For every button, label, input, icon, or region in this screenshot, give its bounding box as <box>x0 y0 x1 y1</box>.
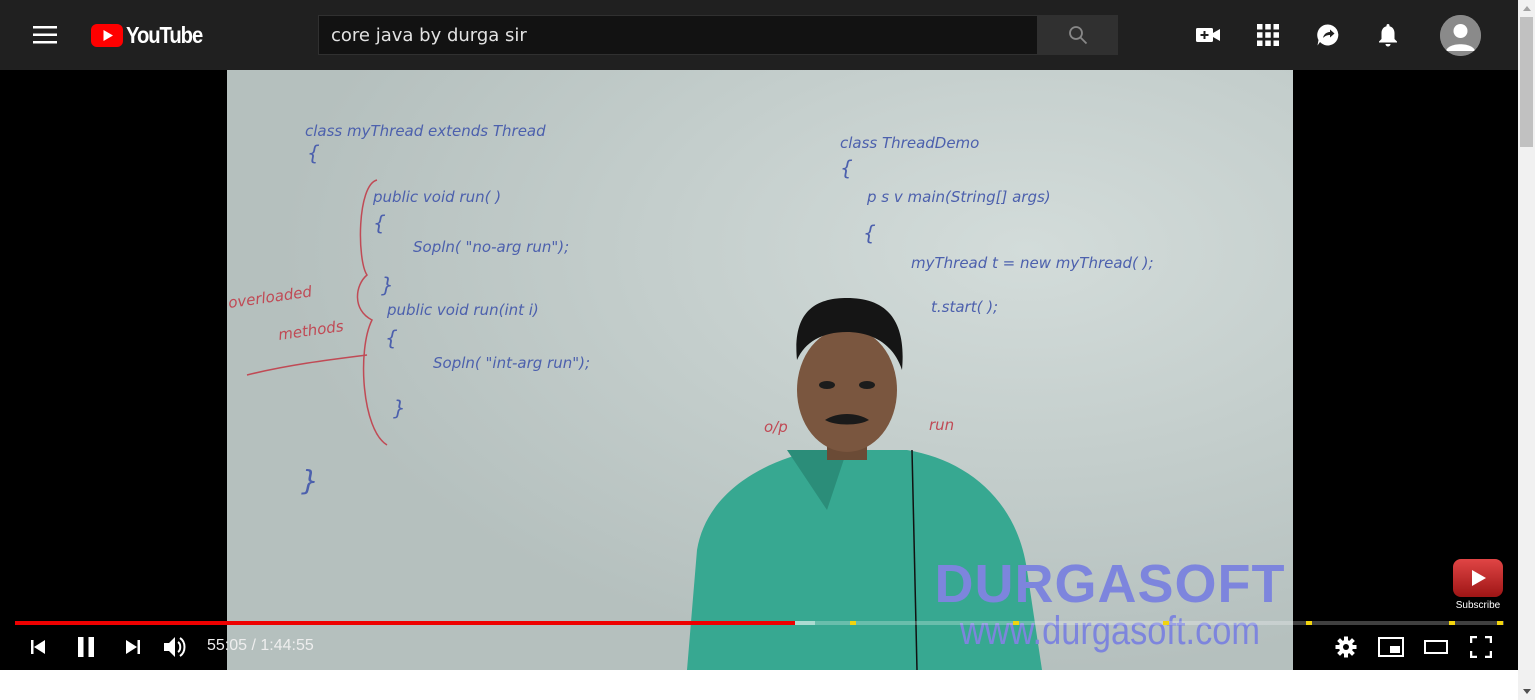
youtube-play-icon <box>91 23 123 47</box>
scrollbar-thumb[interactable] <box>1520 17 1533 147</box>
board-note: o/p <box>764 418 788 436</box>
progress-played <box>15 621 796 625</box>
board-line: { <box>840 156 853 180</box>
fullscreen-icon[interactable] <box>1461 627 1501 667</box>
subscribe-branding-button[interactable]: Subscribe <box>1452 559 1504 611</box>
board-line: Sopln( "no-arg run"); <box>413 238 569 256</box>
board-line: public void run( ) <box>372 188 501 206</box>
video-frame[interactable]: class myThread extends Thread { public v… <box>227 70 1293 670</box>
player-controls: 55:05 / 1:44:55 <box>0 627 1518 667</box>
page-scrollbar[interactable] <box>1518 0 1535 700</box>
logo-text: YouTube <box>126 21 203 48</box>
search-button[interactable] <box>1037 15 1118 55</box>
current-time: 55:05 <box>207 637 248 654</box>
masthead: YouTube <box>0 0 1518 70</box>
board-line: { <box>307 141 320 165</box>
board-line: } <box>381 273 394 297</box>
notifications-icon[interactable] <box>1368 15 1408 55</box>
subscribe-play-icon <box>1453 559 1503 597</box>
page-content-below <box>0 670 1518 700</box>
chapter-marker <box>1496 621 1503 625</box>
board-line: public void run(int i) <box>386 301 539 319</box>
messages-icon[interactable] <box>1308 15 1348 55</box>
watermark-brand: DURGASOFT <box>934 554 1286 614</box>
board-line: } <box>393 396 406 420</box>
chapter-marker <box>1162 621 1169 625</box>
chapter-marker <box>850 621 857 625</box>
volume-icon[interactable] <box>156 627 196 667</box>
board-line: t.start( ); <box>931 298 998 316</box>
subscribe-label: Subscribe <box>1455 600 1501 611</box>
board-line: { <box>373 211 386 235</box>
create-video-icon[interactable] <box>1188 15 1228 55</box>
duration: 1:44:55 <box>260 637 314 654</box>
youtube-logo[interactable]: YouTube <box>91 22 213 48</box>
board-line: class myThread extends Thread <box>305 122 546 140</box>
video-player[interactable]: class myThread extends Thread { public v… <box>0 70 1518 670</box>
search-input[interactable] <box>318 15 1037 55</box>
time-display: 55:05 / 1:44:55 <box>207 637 314 655</box>
board-line: myThread t = new myThread( ); <box>911 254 1154 272</box>
progress-bar[interactable] <box>15 621 1504 625</box>
board-line: } <box>301 464 319 497</box>
chapter-marker <box>1305 621 1312 625</box>
board-line: class ThreadDemo <box>840 134 979 152</box>
settings-icon[interactable] <box>1326 627 1366 667</box>
next-icon[interactable] <box>113 627 153 667</box>
chapter-marker <box>1012 621 1019 625</box>
menu-icon[interactable] <box>24 18 66 52</box>
board-line: { <box>385 326 398 350</box>
account-avatar[interactable] <box>1440 15 1481 56</box>
scroll-down-icon[interactable] <box>1518 683 1535 700</box>
board-line: { <box>863 221 876 245</box>
pause-icon[interactable] <box>66 627 106 667</box>
board-line: p s v main(String[] args) <box>866 188 1051 206</box>
search-icon <box>1068 26 1087 45</box>
chapter-marker <box>1448 621 1455 625</box>
miniplayer-icon[interactable] <box>1371 627 1411 667</box>
scroll-up-icon[interactable] <box>1518 0 1535 17</box>
apps-icon[interactable] <box>1248 15 1288 55</box>
time-separator: / <box>247 637 261 654</box>
board-line: Sopln( "int-arg run"); <box>433 354 590 372</box>
previous-icon[interactable] <box>18 627 58 667</box>
theater-mode-icon[interactable] <box>1416 627 1456 667</box>
board-note: run <box>929 416 954 434</box>
search-bar <box>318 15 1118 55</box>
